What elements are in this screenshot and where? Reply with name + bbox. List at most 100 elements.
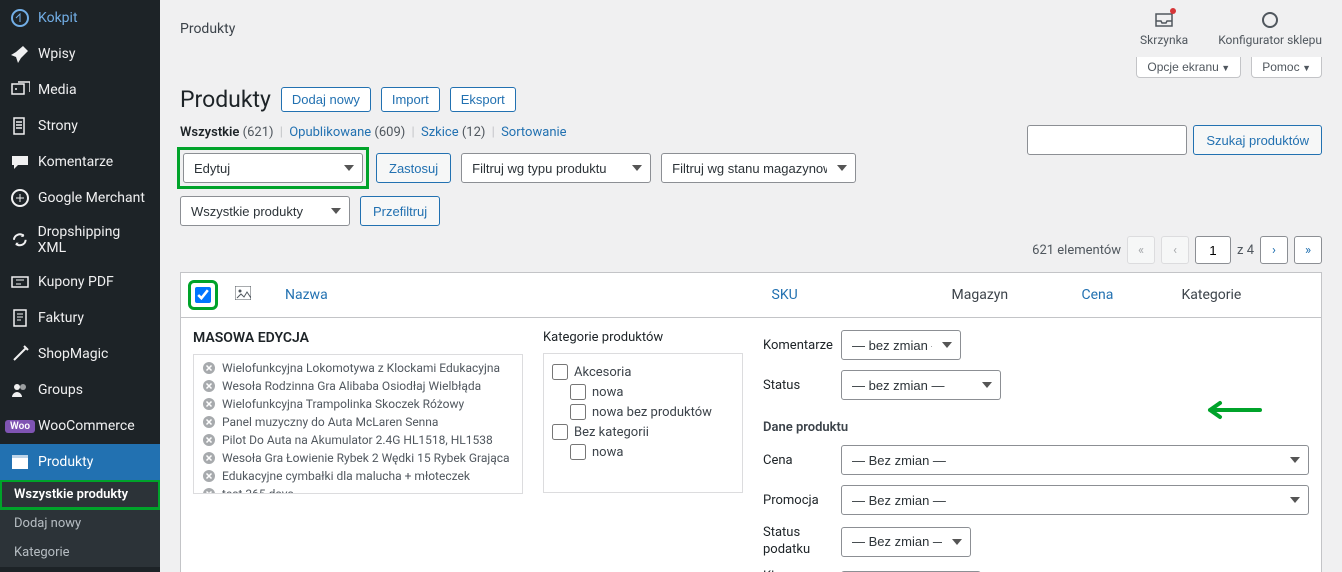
inbox-button[interactable]: Skrzynka xyxy=(1140,10,1188,47)
category-item[interactable]: Bez kategorii xyxy=(552,422,734,442)
sidebar-label: Produkty xyxy=(38,454,93,470)
bulk-list-item: Panel muzyczny do Auta McLaren Senna xyxy=(198,413,518,431)
import-button[interactable]: Import xyxy=(381,87,440,112)
sidebar-sub-add-new[interactable]: Dodaj nowy xyxy=(0,509,160,538)
sidebar-item-groups[interactable]: Groups xyxy=(0,372,160,408)
total-items: 621 elementów xyxy=(1032,243,1121,258)
sidebar-sub-categories[interactable]: Kategorie xyxy=(0,538,160,567)
category-list[interactable]: Akcesorianowanowa bez produktówBez kateg… xyxy=(543,353,743,493)
category-item[interactable]: nowa xyxy=(552,382,734,402)
export-button[interactable]: Eksport xyxy=(450,87,516,112)
page-title: Produkty xyxy=(180,86,271,113)
sidebar-item-posts[interactable]: Wpisy xyxy=(0,36,160,72)
sidebar-label: Dropshipping XML xyxy=(38,224,150,256)
remove-icon[interactable] xyxy=(202,451,216,465)
bulk-list-item: Wesoła Gra Łowienie Rybek 2 Wędki 15 Ryb… xyxy=(198,449,518,467)
sidebar-label: Komentarze xyxy=(38,154,113,170)
category-item[interactable]: Akcesoria xyxy=(552,362,734,382)
column-price[interactable]: Cena xyxy=(1072,273,1172,318)
sidebar-item-dropshipping[interactable]: Dropshipping XML xyxy=(0,216,160,264)
category-item[interactable]: nowa xyxy=(552,442,734,462)
filter-button[interactable]: Przefiltruj xyxy=(360,196,440,226)
filter-product-type-select[interactable]: Filtruj wg typu produktu xyxy=(461,153,651,183)
sidebar-label: Kupony PDF xyxy=(38,274,114,290)
filter-published[interactable]: Opublikowane xyxy=(289,125,371,140)
image-icon xyxy=(235,286,251,300)
select-all-wrapper xyxy=(191,283,215,307)
sidebar-item-dashboard[interactable]: Kokpit xyxy=(0,0,160,36)
sidebar-label: Faktury xyxy=(38,310,84,326)
sidebar-item-google-merchant[interactable]: Google Merchant xyxy=(0,180,160,216)
help-button[interactable]: Pomoc xyxy=(1251,57,1322,78)
screen-options-button[interactable]: Opcje ekranu xyxy=(1136,57,1241,78)
circle-icon xyxy=(1260,10,1280,30)
filter-all-products-select[interactable]: Wszystkie produkty xyxy=(180,196,350,226)
groups-icon xyxy=(10,380,30,400)
sidebar-item-comments[interactable]: Komentarze xyxy=(0,144,160,180)
add-new-button[interactable]: Dodaj nowy xyxy=(281,87,371,112)
remove-icon[interactable] xyxy=(202,469,216,483)
main-content: Produkty Skrzynka Konfigurator sklepu Op… xyxy=(160,0,1342,572)
category-checkbox[interactable] xyxy=(552,364,568,380)
sidebar-item-invoices[interactable]: Faktury xyxy=(0,300,160,336)
pages-icon xyxy=(10,116,30,136)
sale-select[interactable]: — Bez zmian — xyxy=(841,485,1309,515)
remove-icon[interactable] xyxy=(202,379,216,393)
sidebar-label: Strony xyxy=(38,118,78,134)
column-name[interactable]: Nazwa xyxy=(275,273,762,318)
bulk-list-item: Wesoła Rodzinna Gra Alibaba Osiodłaj Wie… xyxy=(198,377,518,395)
remove-icon[interactable] xyxy=(202,433,216,447)
sidebar-item-media[interactable]: Media xyxy=(0,72,160,108)
sidebar-item-pages[interactable]: Strony xyxy=(0,108,160,144)
column-stock: Magazyn xyxy=(942,273,1072,318)
select-all-checkbox[interactable] xyxy=(195,287,211,303)
refresh-icon xyxy=(10,230,30,250)
sidebar-item-woocommerce[interactable]: WooWooCommerce xyxy=(0,408,160,444)
remove-icon[interactable] xyxy=(202,415,216,429)
filter-drafts[interactable]: Szkice xyxy=(421,125,459,140)
pin-icon xyxy=(10,44,30,64)
current-page-input[interactable] xyxy=(1195,236,1231,264)
sidebar-item-shopmagic[interactable]: ShopMagic xyxy=(0,336,160,372)
inbox-label: Skrzynka xyxy=(1140,33,1188,47)
google-icon xyxy=(10,188,30,208)
total-pages: z 4 xyxy=(1237,243,1254,258)
configurator-button[interactable]: Konfigurator sklepu xyxy=(1218,10,1322,47)
screen-options-row: Opcje ekranu Pomoc xyxy=(160,57,1342,78)
sidebar-label: ShopMagic xyxy=(38,346,108,362)
category-checkbox[interactable] xyxy=(570,384,586,400)
apply-button[interactable]: Zastosuj xyxy=(376,153,451,183)
sidebar-item-coupons[interactable]: Kupony PDF xyxy=(0,264,160,300)
bulk-item-list[interactable]: Wielofunkcyjna Lokomotywa z Klockami Edu… xyxy=(193,354,523,494)
last-page-button[interactable]: » xyxy=(1294,236,1322,264)
search-button[interactable]: Szukaj produktów xyxy=(1193,125,1322,155)
sidebar-sub-all-products[interactable]: Wszystkie produkty xyxy=(0,480,160,509)
category-checkbox[interactable] xyxy=(552,424,568,440)
price-label: Cena xyxy=(763,453,841,468)
first-page-button[interactable]: « xyxy=(1127,236,1155,264)
filter-stock-select[interactable]: Filtruj wg stanu magazynow xyxy=(661,153,856,183)
bulk-list-item: test 365 days xyxy=(198,485,518,494)
category-checkbox[interactable] xyxy=(570,444,586,460)
status-select[interactable]: — bez zmian — xyxy=(841,370,1001,400)
comments-select[interactable]: — bez zmian — xyxy=(841,330,961,360)
category-checkbox[interactable] xyxy=(570,404,586,420)
tax-status-select[interactable]: — Bez zmian — xyxy=(841,527,971,557)
remove-icon[interactable] xyxy=(202,487,216,494)
column-sku[interactable]: SKU xyxy=(762,273,942,318)
remove-icon[interactable] xyxy=(202,397,216,411)
configurator-label: Konfigurator sklepu xyxy=(1218,33,1322,47)
filter-all-count: (621) xyxy=(243,125,274,140)
remove-icon[interactable] xyxy=(202,361,216,375)
sidebar-item-products[interactable]: Produkty xyxy=(0,444,160,480)
price-select[interactable]: — Bez zmian — xyxy=(841,445,1309,475)
next-page-button[interactable]: › xyxy=(1260,236,1288,264)
prev-page-button[interactable]: ‹ xyxy=(1161,236,1189,264)
bulk-action-select[interactable]: Edytuj xyxy=(183,153,363,183)
filter-sort[interactable]: Sortowanie xyxy=(501,125,566,140)
filter-all[interactable]: Wszystkie xyxy=(180,125,239,140)
search-input[interactable] xyxy=(1027,125,1187,155)
sidebar-label: Groups xyxy=(38,382,83,398)
category-item[interactable]: nowa bez produktów xyxy=(552,402,734,422)
bulk-list-item: Wielofunkcyjna Trampolinka Skoczek Różow… xyxy=(198,395,518,413)
